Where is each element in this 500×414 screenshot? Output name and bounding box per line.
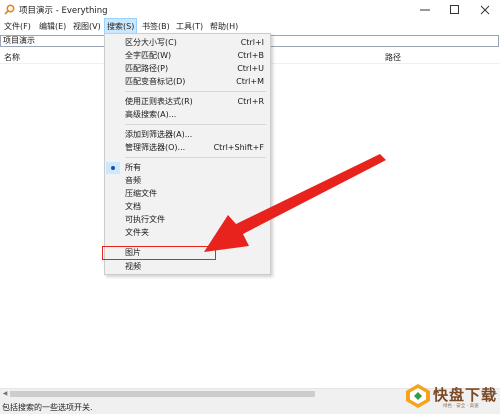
annotation-arrow-icon <box>204 154 386 252</box>
watermark: 快盘下载 绿色 · 安全 · 高速 <box>405 381 497 411</box>
watermark-text: 快盘下载 <box>433 386 498 404</box>
watermark-subtitle: 绿色 · 安全 · 高速 <box>443 404 479 409</box>
watermark-logo-icon <box>406 384 430 408</box>
